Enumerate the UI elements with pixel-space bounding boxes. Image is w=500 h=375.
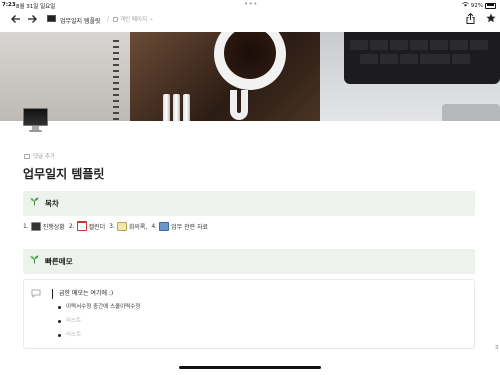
lock-icon — [113, 16, 118, 22]
page-icon-small — [47, 15, 56, 22]
add-comment-button[interactable]: 댓글 추가 — [24, 152, 55, 160]
cover-pen — [173, 94, 180, 121]
toc-link-work-materials[interactable]: 업무 관련 자료 — [171, 222, 208, 231]
cover-trackpad — [442, 104, 500, 121]
breadcrumb-page-title[interactable]: 업무일지 템플릿 — [60, 16, 101, 25]
star-icon — [486, 13, 496, 23]
workspace-label: 개인 페이지 — [120, 17, 148, 23]
memo-quote[interactable]: 급한 메모는 여기에 :) — [52, 289, 113, 299]
favorite-button[interactable] — [486, 13, 496, 26]
quick-memo-callout[interactable]: 빠른메모 — [23, 249, 475, 274]
list-item[interactable]: 이력서수정 중간에 스쿨이력수정 — [58, 303, 140, 317]
list-item[interactable]: 리스트 — [58, 331, 140, 345]
cover-notebook — [0, 32, 130, 121]
share-button[interactable] — [466, 12, 475, 27]
breadcrumb-separator: / — [107, 16, 110, 23]
folder-icon — [159, 221, 170, 231]
calendar-icon — [76, 221, 87, 231]
toc-callout-text: 목차 — [45, 199, 59, 208]
comment-icon — [24, 153, 30, 159]
toc-number: 3. — [109, 222, 115, 230]
seedling-icon — [30, 255, 39, 266]
toc-link-meeting-notes[interactable]: 회의록, — [129, 222, 147, 231]
toc-link-calendar[interactable]: 캘린더 — [89, 222, 106, 231]
quick-memo-callout-text: 빠른메모 — [45, 257, 73, 266]
page-title[interactable]: 업무일지 템플릿 — [23, 165, 104, 182]
workspace-selector[interactable]: 개인 페이지 ⌄ — [113, 15, 154, 23]
toc-number: 4. — [151, 222, 158, 230]
seedling-icon — [30, 197, 39, 208]
arrow-left-icon — [11, 15, 20, 23]
drag-handle-icon[interactable]: ⠿ — [495, 346, 499, 351]
chevron-down-icon: ⌄ — [149, 16, 154, 22]
home-indicator[interactable] — [179, 366, 321, 369]
multitasking-dots[interactable]: ••• — [244, 0, 258, 8]
arrow-right-icon — [28, 15, 37, 23]
cover-keyboard — [344, 32, 500, 84]
cover-notebook-spiral — [113, 40, 119, 120]
monitor-icon — [23, 108, 48, 126]
page-icon-computer[interactable] — [23, 108, 48, 133]
memo-card[interactable]: 급한 메모는 여기에 :) 이력서수정 중간에 스쿨이력수정 리스트 리스트 — [23, 279, 475, 349]
battery-icon — [485, 2, 496, 9]
battery-percent: 92% — [470, 2, 483, 9]
memo-icon — [116, 221, 127, 231]
speech-bubble-icon — [31, 289, 41, 300]
memo-list: 이력서수정 중간에 스쿨이력수정 리스트 리스트 — [58, 303, 140, 345]
status-date: 8월 31일 일요일 — [16, 4, 56, 10]
status-bar: 7:23 8월 31일 일요일 ••• 92% — [0, 0, 500, 10]
toc-number: 2. — [68, 222, 75, 230]
cover-pen — [163, 94, 170, 121]
cover-image[interactable] — [0, 32, 500, 121]
cover-pen — [183, 94, 190, 121]
forward-button[interactable] — [27, 13, 38, 27]
wifi-icon — [462, 2, 469, 9]
toc-number: 1. — [23, 222, 29, 230]
toc-callout[interactable]: 목차 — [23, 191, 475, 216]
back-button[interactable] — [10, 13, 21, 27]
toc-link-progress[interactable]: 진행상황 — [43, 222, 65, 231]
list-item[interactable]: 리스트 — [58, 317, 140, 331]
status-indicators: 92% — [462, 2, 496, 9]
cover-cup-handle — [230, 90, 248, 120]
share-icon — [466, 12, 475, 24]
laptop-icon — [30, 221, 41, 231]
toc-list: 1. 진행상황 2. 캘린더 3. 회의록, 4. 업무 관련 자료 — [23, 221, 208, 231]
add-comment-label: 댓글 추가 — [33, 154, 55, 160]
status-time: 7:23 — [2, 2, 16, 8]
